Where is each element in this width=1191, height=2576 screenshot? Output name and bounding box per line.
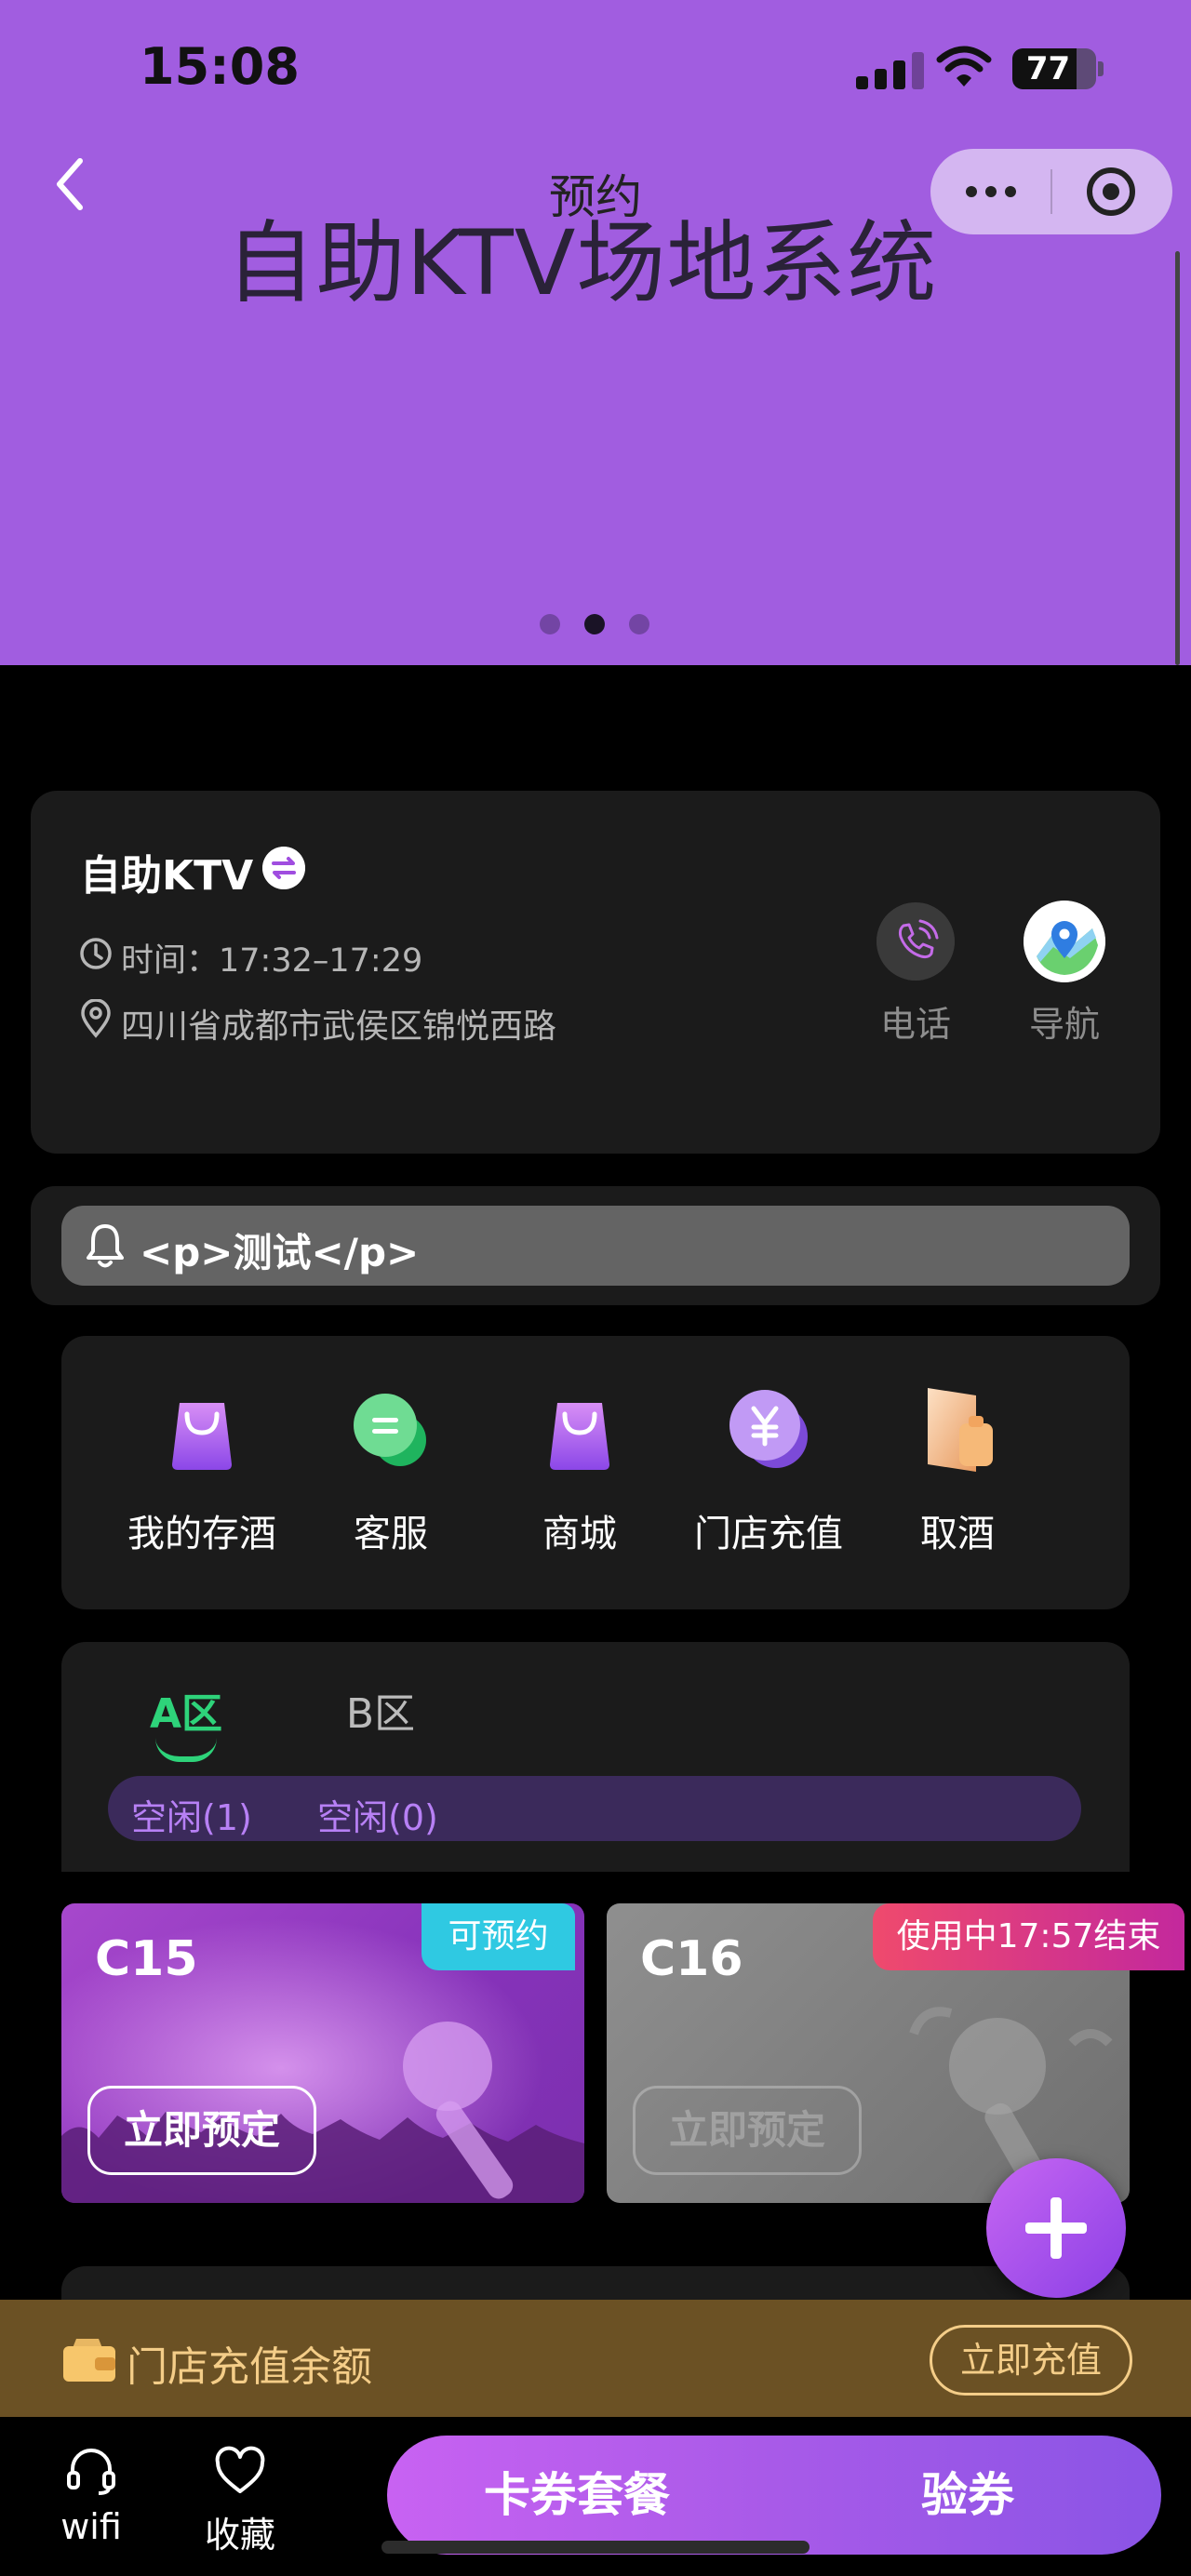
battery-tip — [1098, 61, 1104, 76]
headset-icon — [67, 2449, 115, 2495]
back-arrow-icon[interactable] — [48, 153, 95, 215]
more-dots-icon[interactable] — [930, 149, 1051, 234]
store-name: 自助KTV — [80, 852, 254, 900]
phone-label[interactable]: 电话 — [860, 995, 971, 1047]
menu-customer-service[interactable]: 客服 — [312, 1382, 470, 1557]
menu-label: 取酒 — [920, 1513, 995, 1555]
recharge-balance-label: 门店充值余额 — [127, 2343, 372, 2391]
tab-zone-a[interactable]: A区 — [149, 1680, 223, 1740]
recharge-now-button[interactable]: 立即充值 — [930, 2325, 1132, 2396]
capsule-divider — [1050, 169, 1052, 214]
carousel-indicators — [540, 614, 649, 634]
switch-store-icon[interactable] — [262, 847, 305, 889]
battery-icon: 77 — [1012, 48, 1096, 89]
book-now-button-disabled: 立即预定 — [633, 2086, 862, 2175]
wifi-label: wifi — [60, 2506, 122, 2547]
bell-icon — [87, 1224, 124, 1268]
clock-icon — [80, 938, 112, 969]
chat-icon — [354, 1394, 426, 1466]
verify-coupon-button[interactable]: 验券 — [865, 2436, 1070, 2555]
room-name: C15 — [95, 1931, 198, 1987]
plus-icon-v — [1050, 2197, 1062, 2259]
page-title: 预约 — [549, 170, 642, 224]
add-fab-button[interactable] — [986, 2158, 1126, 2298]
favorite-tab[interactable]: 收藏 — [184, 2445, 296, 2557]
room-status-badge: 可预约 — [422, 1903, 575, 1970]
yuan-coin-icon — [729, 1390, 808, 1468]
battery-level-text: 77 — [1025, 50, 1071, 87]
menu-store-recharge[interactable]: 门店充值 — [689, 1382, 848, 1557]
menu-label: 商城 — [542, 1513, 617, 1555]
menu-my-wine-storage[interactable]: 我的存酒 — [123, 1382, 281, 1557]
menu-shop[interactable]: 商城 — [501, 1382, 659, 1557]
map-navigation-icon[interactable] — [1024, 901, 1105, 982]
menu-label: 客服 — [354, 1513, 428, 1555]
home-indicator — [381, 2541, 810, 2554]
wifi-tab[interactable]: wifi — [35, 2445, 147, 2547]
store-address: 四川省成都市武侯区锦悦西路 — [121, 1008, 557, 1046]
wallet-icon — [63, 2339, 115, 2382]
carousel-dot[interactable] — [584, 614, 605, 634]
location-pin-icon — [81, 999, 111, 1038]
bag-icon — [172, 1403, 232, 1470]
scrollbar[interactable] — [1175, 251, 1180, 665]
book-now-button[interactable]: 立即预定 — [87, 2086, 316, 2175]
favorite-label: 收藏 — [204, 2515, 275, 2556]
menu-wine-pickup[interactable]: 取酒 — [878, 1382, 1037, 1557]
close-target-icon[interactable] — [1087, 167, 1135, 216]
notice-text: <p>测试</p> — [140, 1230, 420, 1275]
heart-icon — [215, 2446, 265, 2493]
menu-label: 门店充值 — [694, 1513, 843, 1555]
banner-carousel[interactable] — [0, 0, 1191, 665]
shop-bag-icon — [550, 1403, 609, 1470]
wifi-status-icon — [936, 46, 992, 87]
navigation-label[interactable]: 导航 — [1009, 995, 1120, 1047]
zone-b-idle-count: 空闲(0) — [317, 1797, 438, 1838]
carousel-dot[interactable] — [629, 614, 649, 634]
phone-icon[interactable] — [877, 902, 955, 981]
room-name: C16 — [640, 1931, 743, 1987]
zone-a-idle-count: 空闲(1) — [131, 1797, 252, 1838]
carousel-dot[interactable] — [540, 614, 560, 634]
coupon-package-button[interactable]: 卡券套餐 — [437, 2436, 716, 2555]
room-status-badge: 使用中17:57结束 — [873, 1903, 1184, 1970]
status-time: 15:08 — [140, 37, 300, 96]
menu-label: 我的存酒 — [127, 1513, 276, 1555]
tab-zone-b[interactable]: B区 — [339, 1680, 422, 1740]
wine-pickup-icon — [928, 1388, 993, 1472]
store-hours: 时间：17:32–17:29 — [121, 942, 423, 980]
zone-status-bar — [108, 1776, 1081, 1841]
cellular-signal-icon — [856, 48, 924, 89]
